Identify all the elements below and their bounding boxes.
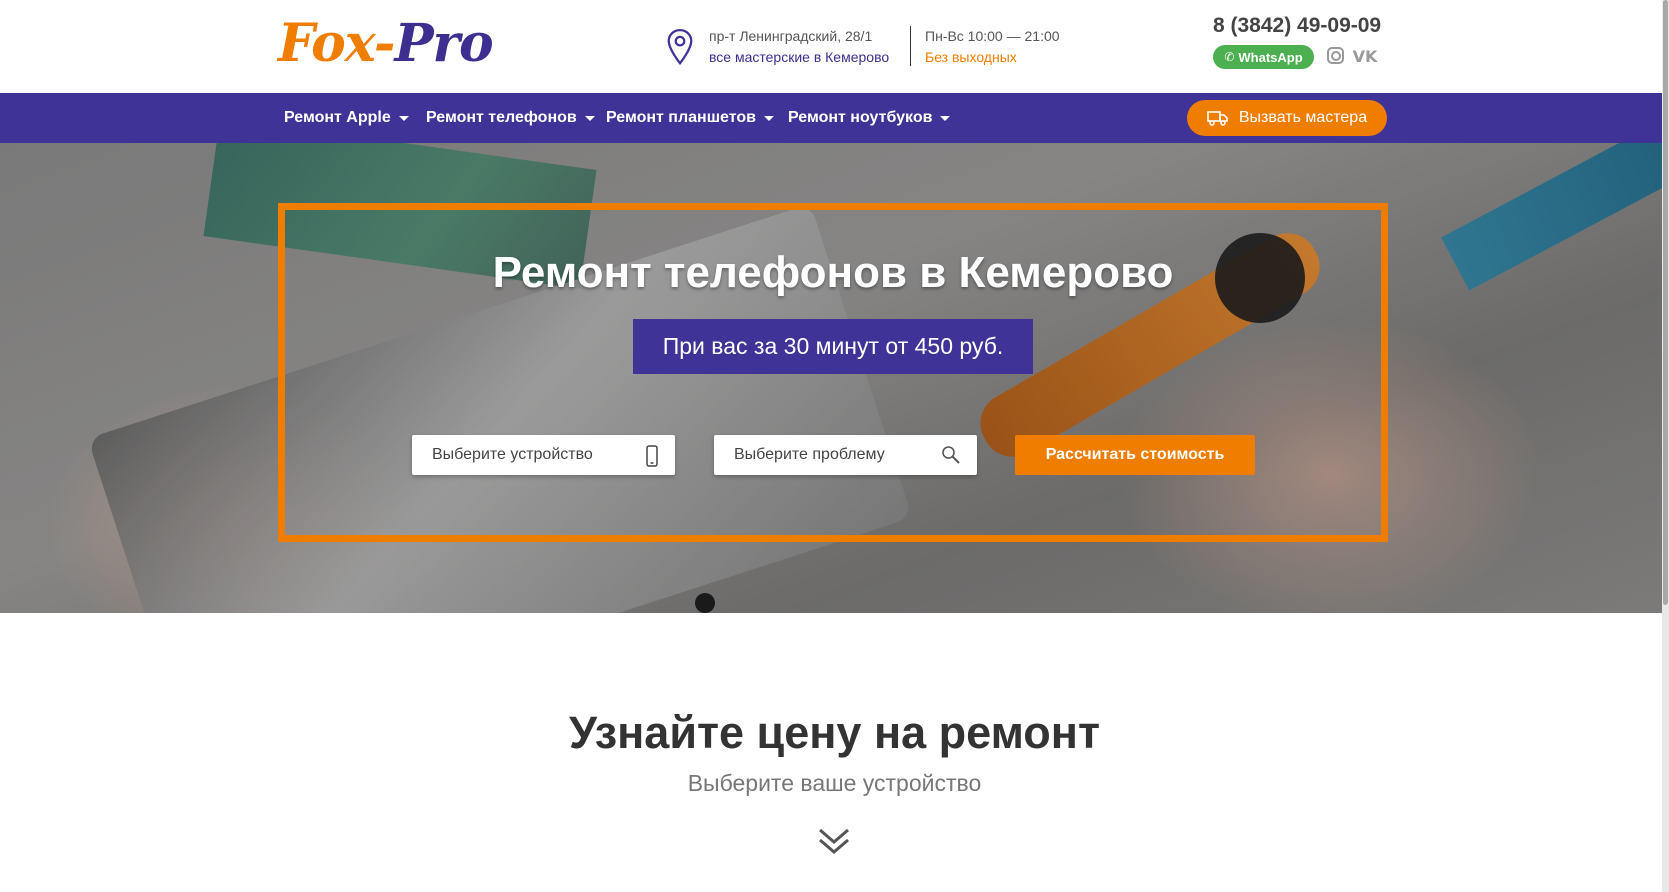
caret-down-icon bbox=[763, 115, 774, 121]
site-header: Fox-Pro пр-т Ленинградский, 28/1 все мас… bbox=[0, 0, 1669, 93]
whatsapp-button[interactable]: ✆ WhatsApp bbox=[1213, 45, 1314, 69]
phone-icon: ✆ bbox=[1224, 50, 1235, 64]
caret-down-icon bbox=[398, 115, 409, 121]
map-pin-icon bbox=[667, 28, 693, 66]
nav-item-apple[interactable]: Ремонт Apple bbox=[284, 93, 409, 143]
device-select[interactable]: Выберите устройство bbox=[412, 435, 675, 475]
slider-dot[interactable] bbox=[695, 593, 715, 613]
hero-title: Ремонт телефонов в Кемерово bbox=[492, 248, 1174, 297]
instagram-icon[interactable] bbox=[1327, 47, 1344, 64]
pricing-title: Узнайте цену на ремонт bbox=[569, 707, 1100, 758]
hours-schedule: Пн-Вс 10:00 — 21:00 bbox=[925, 28, 1060, 44]
address-street: пр-т Ленинградский, 28/1 bbox=[709, 28, 873, 44]
call-master-label: Вызвать мастера bbox=[1238, 109, 1368, 126]
main-nav: Ремонт Apple Ремонт телефонов Ремонт пла… bbox=[0, 93, 1669, 143]
search-icon bbox=[942, 446, 960, 464]
nav-item-laptops[interactable]: Ремонт ноутбуков bbox=[788, 93, 951, 143]
problem-select[interactable]: Выберите проблему bbox=[714, 435, 977, 475]
address-block: пр-т Ленинградский, 28/1 все мастерские … bbox=[709, 26, 889, 68]
pricing-subtitle: Выберите ваше устройство bbox=[687, 770, 982, 796]
phone-number[interactable]: 8 (3842) 49-09-09 bbox=[1213, 14, 1381, 38]
call-master-button[interactable]: Вызвать мастера bbox=[1187, 100, 1387, 136]
site-logo[interactable]: Fox-Pro bbox=[278, 14, 494, 74]
smartphone-icon bbox=[646, 445, 658, 467]
address-all-workshops-link[interactable]: все мастерские в Кемерово bbox=[709, 47, 889, 68]
caret-down-icon bbox=[940, 115, 951, 121]
calculate-cost-button[interactable]: Рассчитать стоимость bbox=[1015, 435, 1255, 475]
hours-note: Без выходных bbox=[925, 49, 1017, 65]
nav-item-tablets[interactable]: Ремонт планшетов bbox=[606, 93, 774, 143]
whatsapp-label: WhatsApp bbox=[1238, 49, 1303, 65]
header-divider bbox=[910, 26, 911, 66]
scrollbar-thumb[interactable] bbox=[1663, 0, 1668, 605]
problem-select-label: Выберите проблему bbox=[734, 446, 885, 463]
double-chevron-down-icon[interactable] bbox=[817, 826, 851, 856]
working-hours: Пн-Вс 10:00 — 21:00 Без выходных bbox=[925, 26, 1060, 68]
device-select-label: Выберите устройство bbox=[432, 446, 593, 463]
caret-down-icon bbox=[584, 115, 595, 121]
nav-item-phones[interactable]: Ремонт телефонов bbox=[426, 93, 595, 143]
truck-icon bbox=[1207, 111, 1228, 126]
vk-icon[interactable]: VK bbox=[1353, 46, 1378, 66]
hero-subtitle: При вас за 30 минут от 450 руб. bbox=[633, 319, 1033, 374]
